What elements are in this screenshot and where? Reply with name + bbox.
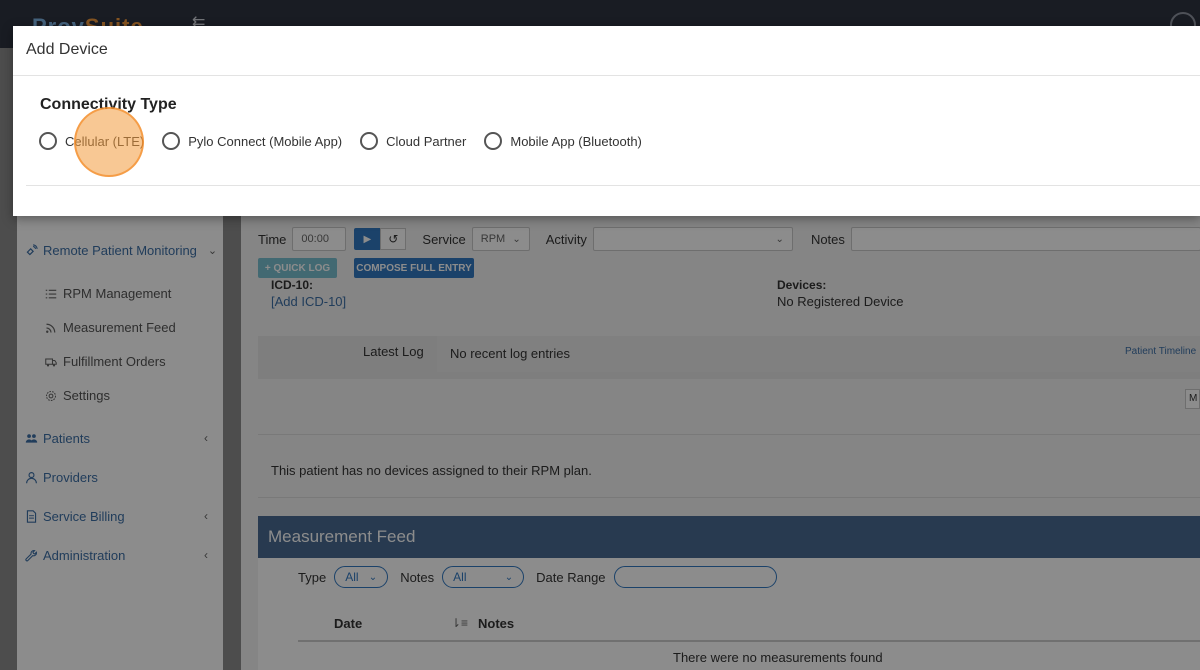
radio-cellular-lte[interactable]: Cellular (LTE) [39,132,144,150]
modal-header-divider [13,75,1200,76]
radio-label: Mobile App (Bluetooth) [510,133,642,149]
add-device-modal: Add Device Connectivity Type Cellular (L… [13,26,1200,216]
radio-circle[interactable] [484,132,503,150]
modal-footer-divider [26,185,1200,186]
radio-label: Cellular (LTE) [65,133,145,149]
radio-circle[interactable] [162,132,181,150]
radio-cloud-partner[interactable]: Cloud Partner [360,132,466,150]
radio-circle[interactable] [39,132,57,150]
radio-label: Pylo Connect (Mobile App) [188,133,343,149]
radio-pylo-connect[interactable]: Pylo Connect (Mobile App) [162,132,342,150]
radio-label: Cloud Partner [386,133,467,149]
radio-circle[interactable] [360,132,379,150]
modal-title: Add Device [26,41,108,58]
connectivity-type-options: Cellular (LTE) Pylo Connect (Mobile App)… [39,132,660,150]
connectivity-type-label: Connectivity Type [40,96,177,113]
radio-mobile-app-bluetooth[interactable]: Mobile App (Bluetooth) [484,132,642,150]
